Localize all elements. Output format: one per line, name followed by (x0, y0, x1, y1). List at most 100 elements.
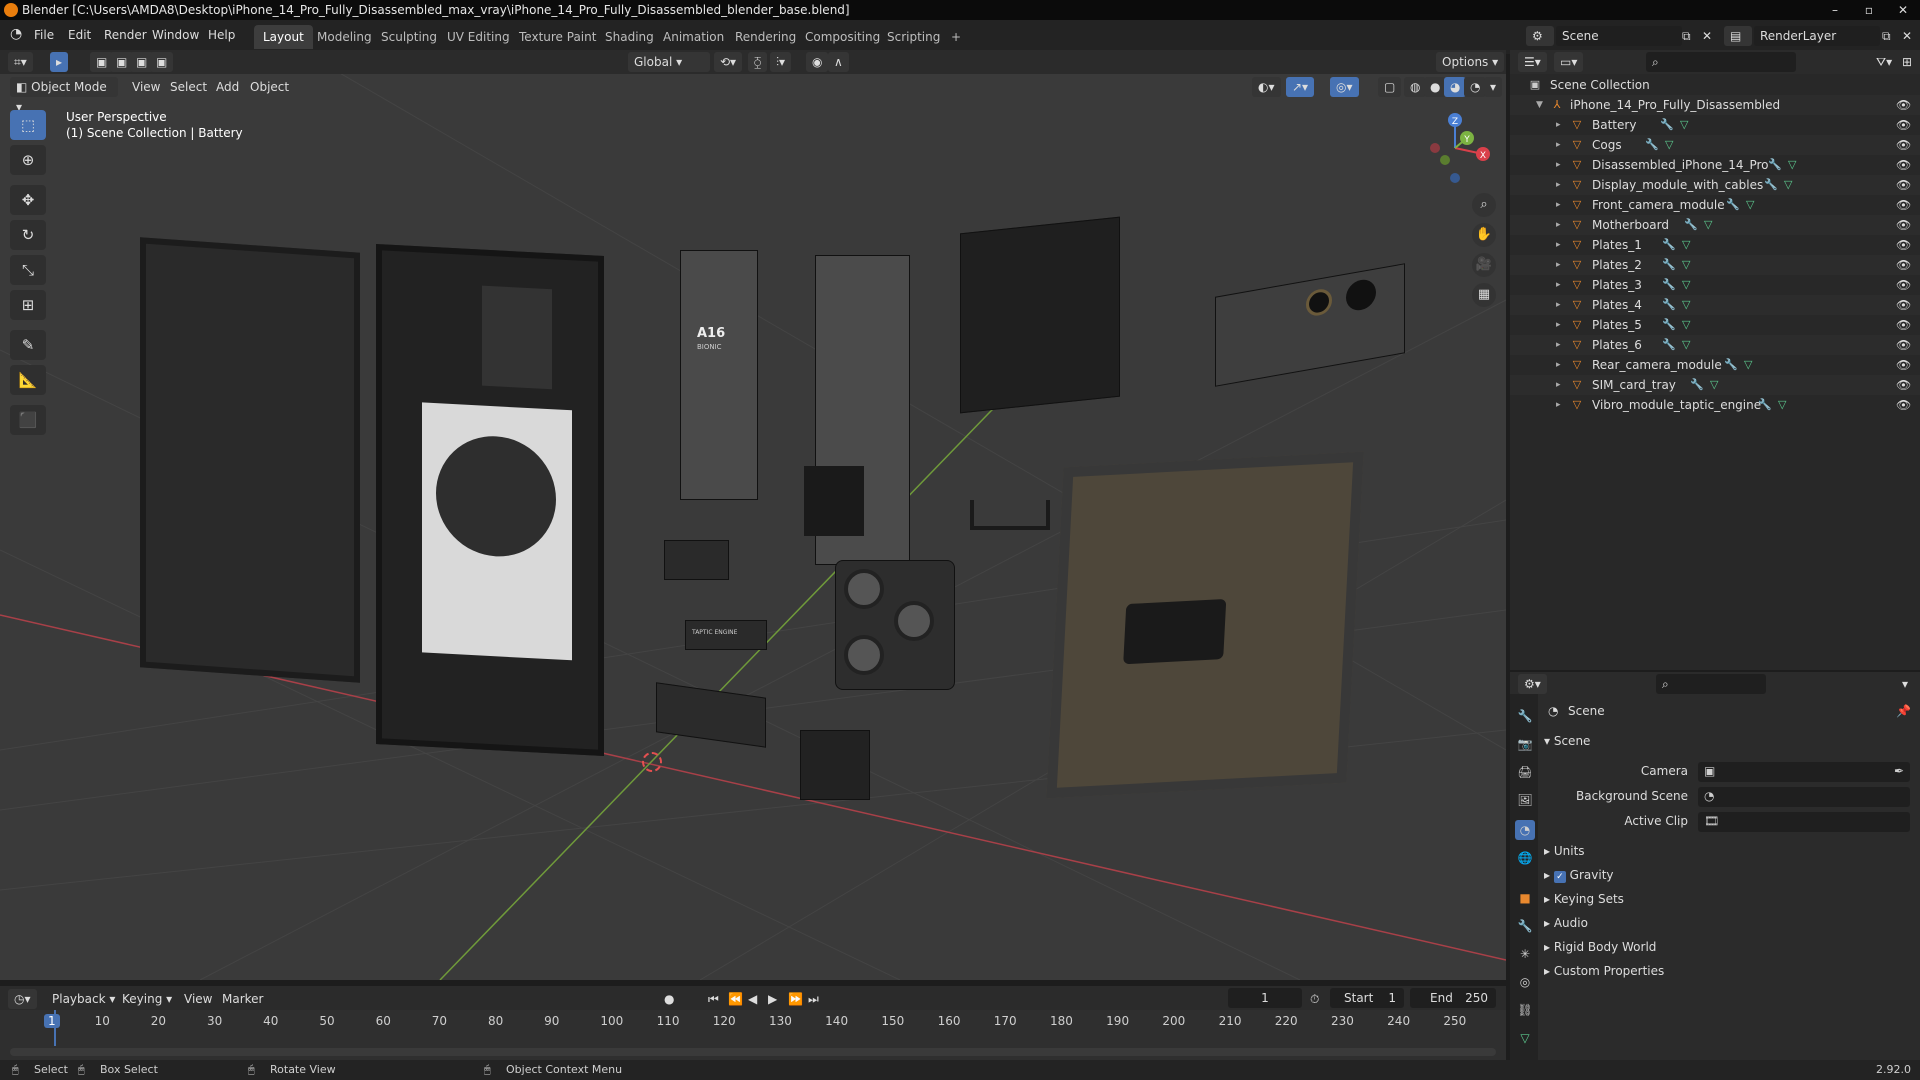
display-mode-icon[interactable]: ▭▾ (1554, 52, 1584, 72)
mesh-data-icon[interactable]: ▽ (1778, 395, 1786, 415)
select-box-tool-icon[interactable]: ⬚ (10, 110, 46, 140)
visibility-eye-icon[interactable]: 👁 (1896, 275, 1911, 295)
tool-tab-icon[interactable]: 🔧 (1515, 706, 1535, 726)
scene-selector[interactable]: Scene (1556, 26, 1682, 46)
expand-object-icon[interactable]: ▸ (1556, 175, 1566, 195)
new-collection-icon[interactable]: ⊞ (1902, 52, 1912, 72)
next-keyframe-icon[interactable]: ⏩ (788, 989, 803, 1009)
preview-range-icon[interactable]: ⏱ (1310, 989, 1319, 1009)
timeline-menu-marker[interactable]: Marker (222, 989, 263, 1009)
tab-animation[interactable]: Animation (654, 25, 733, 49)
snap-target-icon[interactable]: ⫶▾ (770, 52, 792, 72)
expand-object-icon[interactable]: ▸ (1556, 335, 1566, 355)
outliner-row-object[interactable]: ▸ ▽ Rear_camera_module 🔧 ▽ 👁 (1510, 355, 1920, 375)
jump-end-icon[interactable]: ⏭ (808, 989, 819, 1009)
visibility-eye-icon[interactable]: 👁 (1896, 335, 1911, 355)
properties-options-icon[interactable]: ▾ (1902, 674, 1908, 694)
render-tab-icon[interactable]: 📷 (1515, 734, 1535, 754)
visibility-eye-icon[interactable]: 👁 (1896, 375, 1911, 395)
modifier-icon[interactable]: 🔧 (1768, 155, 1782, 175)
eyedropper-icon[interactable]: ✒ (1894, 764, 1904, 778)
3d-viewport[interactable]: A16 BIONIC TAPTIC ENGINE (0, 50, 1506, 980)
outliner-row-collection[interactable]: ▼ ⅄ iPhone_14_Pro_Fully_Disassembled 👁 (1510, 95, 1920, 115)
scene-panel-header[interactable]: ▾ Scene (1544, 734, 1590, 748)
active-clip-field[interactable]: 🎞 (1698, 812, 1910, 832)
keying-sets-section[interactable]: ▸ Keying Sets (1544, 892, 1624, 906)
expand-object-icon[interactable]: ▸ (1556, 295, 1566, 315)
modifier-icon[interactable]: 🔧 (1662, 335, 1676, 355)
outliner-row-object[interactable]: ▸ ▽ Plates_4 🔧 ▽ 👁 (1510, 295, 1920, 315)
expand-object-icon[interactable]: ▸ (1556, 315, 1566, 335)
cursor-tool-icon[interactable]: ⊕ (10, 145, 46, 175)
mesh-data-icon[interactable]: ▽ (1682, 255, 1690, 275)
visibility-eye-icon[interactable]: 👁 (1896, 135, 1911, 155)
outliner-row-object[interactable]: ▸ ▽ Disassembled_iPhone_14_Pro 🔧 ▽ 👁 (1510, 155, 1920, 175)
mesh-data-icon[interactable]: ▽ (1710, 375, 1718, 395)
mesh-data-icon[interactable]: ▽ (1682, 275, 1690, 295)
visibility-eye-icon[interactable]: 👁 (1896, 315, 1911, 335)
modifier-icon[interactable]: 🔧 (1645, 135, 1659, 155)
speaker-part[interactable] (664, 540, 729, 580)
gravity-checkbox[interactable]: ✓ (1553, 871, 1566, 883)
zoom-icon[interactable]: ⌕ (1472, 193, 1496, 217)
delete-scene-icon[interactable]: ✕ (1702, 26, 1712, 46)
menu-help[interactable]: Help (208, 28, 235, 42)
mesh-data-icon[interactable]: ▽ (1682, 295, 1690, 315)
mesh-data-icon[interactable]: ▽ (1744, 355, 1752, 375)
expand-object-icon[interactable]: ▸ (1556, 155, 1566, 175)
expand-object-icon[interactable]: ▸ (1556, 195, 1566, 215)
overlay-toggle-icon[interactable]: ◎▾ (1330, 77, 1359, 97)
pin-icon[interactable]: 📌 (1896, 704, 1911, 718)
constraints-tab-icon[interactable]: ⛓ (1515, 1000, 1535, 1020)
transform-tool-icon[interactable]: ⊞ (10, 290, 46, 320)
visibility-eye-icon[interactable]: 👁 (1896, 355, 1911, 375)
mesh-data-icon[interactable]: ▽ (1665, 135, 1673, 155)
taptic-engine-part[interactable]: TAPTIC ENGINE (685, 620, 767, 650)
select-mode-invert-icon[interactable]: ▣ (150, 52, 174, 72)
expand-object-icon[interactable]: ▸ (1556, 255, 1566, 275)
mesh-data-icon[interactable]: ▽ (1704, 215, 1712, 235)
timeline-editor-type-icon[interactable]: ◷▾ (8, 989, 37, 1009)
camera-field[interactable]: ▣ ✒ (1698, 762, 1910, 782)
annotate-tool-icon[interactable]: ✎ (10, 330, 46, 360)
mesh-data-icon[interactable]: ▽ (1682, 315, 1690, 335)
modifier-icon[interactable]: 🔧 (1660, 115, 1674, 135)
start-frame-field[interactable]: Start 1 (1330, 988, 1404, 1008)
outliner-row-object[interactable]: ▸ ▽ Plates_2 🔧 ▽ 👁 (1510, 255, 1920, 275)
flex-cable-part[interactable] (970, 500, 1050, 530)
3d-cursor-icon[interactable] (642, 752, 662, 772)
menu-render[interactable]: Render (104, 28, 147, 42)
units-section[interactable]: ▸ Units (1544, 844, 1585, 858)
sim-card-tray-part[interactable] (800, 730, 870, 800)
timeline-menu-view[interactable]: View (184, 989, 212, 1009)
menu-file[interactable]: File (34, 28, 54, 42)
modifier-icon[interactable]: 🔧 (1662, 235, 1676, 255)
options-dropdown[interactable]: Options ▾ (1436, 52, 1505, 72)
new-view-layer-icon[interactable]: ⧉ (1882, 26, 1891, 46)
scale-tool-icon[interactable]: ⤡ (10, 255, 46, 285)
visibility-eye-icon[interactable]: 👁 (1896, 195, 1911, 215)
viewport-menu-add[interactable]: Add (216, 77, 239, 97)
modifier-icon[interactable]: 🔧 (1662, 315, 1676, 335)
gizmo-toggle-icon[interactable]: ↗▾ (1286, 77, 1315, 97)
gravity-section[interactable]: ▸ ✓ Gravity (1544, 868, 1614, 883)
audio-section[interactable]: ▸ Audio (1544, 916, 1588, 930)
move-tool-icon[interactable]: ✥ (10, 185, 46, 215)
mesh-data-icon[interactable]: ▽ (1784, 175, 1792, 195)
menu-edit[interactable]: Edit (68, 28, 91, 42)
outliner-row-object[interactable]: ▸ ▽ Plates_5 🔧 ▽ 👁 (1510, 315, 1920, 335)
outliner-row-object[interactable]: ▸ ▽ Plates_1 🔧 ▽ 👁 (1510, 235, 1920, 255)
outliner-row-object[interactable]: ▸ ▽ Battery 🔧 ▽ 👁 (1510, 115, 1920, 135)
outliner-search-input[interactable]: ⌕ (1646, 52, 1796, 72)
expand-object-icon[interactable]: ▸ (1556, 355, 1566, 375)
viewport-menu-object[interactable]: Object (250, 77, 289, 97)
motherboard-part[interactable] (804, 255, 910, 565)
transform-orientation-select[interactable]: Global ▾ (628, 52, 710, 72)
play-reverse-icon[interactable]: ◀ (748, 989, 757, 1009)
tab-sculpting[interactable]: Sculpting (372, 25, 446, 49)
mode-select[interactable]: ◧ Object Mode ▾ (10, 77, 118, 114)
particles-tab-icon[interactable]: ✳ (1515, 944, 1535, 964)
object-tab-icon[interactable]: ■ (1515, 888, 1535, 908)
maximize-button[interactable]: ▫ (1852, 0, 1886, 20)
select-tool-icon[interactable]: ▸ (50, 52, 69, 72)
